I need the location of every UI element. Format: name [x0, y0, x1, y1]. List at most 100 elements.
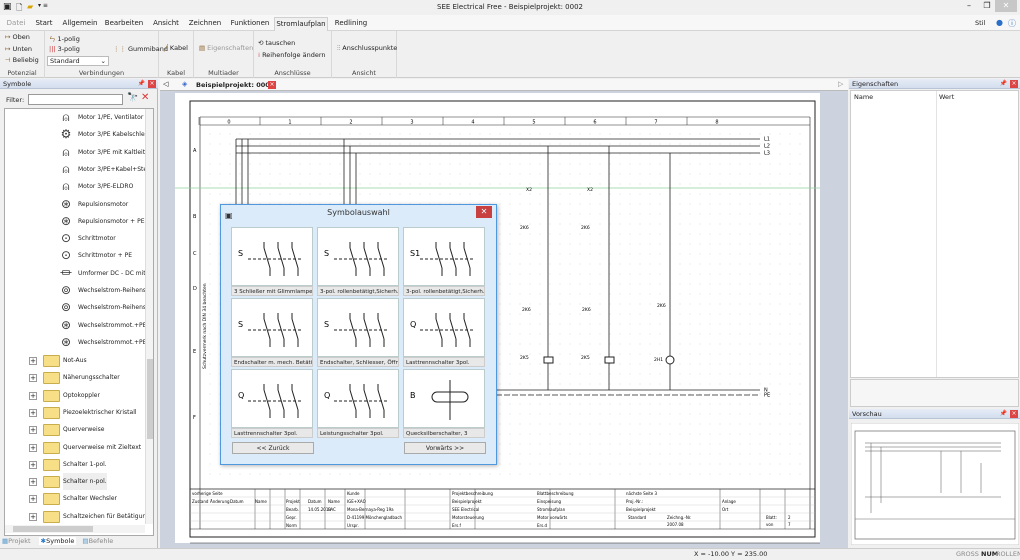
- grid-dot: [579, 183, 581, 185]
- symbol-item[interactable]: ⍝ Motor 3/PE+Kabel+Steck: [5, 161, 153, 178]
- symbol-tile[interactable]: S Endschalter m. mech. Betätig.: [231, 298, 313, 367]
- expand-icon[interactable]: +: [29, 512, 37, 521]
- tab-ansicht[interactable]: Ansicht: [148, 17, 184, 31]
- grid-dot: [309, 193, 311, 195]
- help-icon[interactable]: ●: [996, 18, 1003, 27]
- close-panel-button[interactable]: ×: [148, 80, 156, 88]
- symbol-item[interactable]: ⍝ Motor 3/PE-ELDRO: [5, 178, 145, 195]
- kabel-button[interactable]: ╱ Kabel: [164, 44, 188, 52]
- pin-icon[interactable]: 📌: [1000, 409, 1007, 419]
- symbol-tree[interactable]: ⍝ Motor 1/PE, Ventilator ⚙ Motor 3/PE Kabel…: [4, 108, 154, 536]
- symbol-item[interactable]: ⊛ Wechselstrommot.+PE_1: [5, 334, 153, 351]
- folder-item[interactable]: + Not-Aus: [5, 352, 145, 369]
- scroll-right-icon[interactable]: ▷: [838, 80, 843, 88]
- scroll-left-icon[interactable]: ◁: [163, 80, 168, 88]
- symbol-item[interactable]: ⊛ Repulsionsmotor + PE: [5, 213, 145, 230]
- symbol-item[interactable]: ⍝ Motor 1/PE, Ventilator: [5, 109, 145, 126]
- back-button[interactable]: << Zurück: [232, 442, 314, 454]
- folder-item[interactable]: + Schalter n-pol.: [5, 473, 145, 491]
- clear-filter-icon[interactable]: ✕: [141, 92, 149, 103]
- close-panel-button[interactable]: ×: [1010, 80, 1018, 88]
- symbol-tile[interactable]: S1 3-pol. rollenbetätigt,Sicherh.,: [403, 227, 485, 296]
- beliebig-button[interactable]: ⊣ Beliebig: [5, 56, 39, 64]
- symbol-tile[interactable]: Q Leistungsschalter 3pol.: [317, 369, 399, 438]
- tab-befehle[interactable]: ▤Befehle: [82, 537, 113, 545]
- folder-item[interactable]: + Schalter 1-pol.: [5, 456, 145, 473]
- info-icon[interactable]: ⓘ: [1008, 18, 1016, 29]
- eigenschaften-button[interactable]: ▤ Eigenschaften: [199, 44, 253, 52]
- expand-icon[interactable]: +: [29, 443, 37, 452]
- expand-icon[interactable]: +: [29, 374, 37, 383]
- document-tab[interactable]: Beispielprojekt: 0002: [196, 81, 274, 89]
- symbol-tile[interactable]: Q Lasttrennschalter 3pol.: [403, 298, 485, 367]
- anschlusspunkte-button[interactable]: ⫶⫶ Anschlusspunkte: [337, 44, 397, 53]
- pin-icon[interactable]: 📌: [138, 79, 145, 89]
- tab-funktionen[interactable]: Funktionen: [228, 17, 272, 31]
- expand-icon[interactable]: +: [29, 460, 37, 469]
- symbol-tile[interactable]: Q Lasttrennschalter 3pol.: [231, 369, 313, 438]
- rubberband-icon: ⋮⋮: [113, 45, 126, 53]
- folder-item[interactable]: + Näherungsschalter: [5, 369, 145, 386]
- close-panel-button[interactable]: ×: [1010, 410, 1018, 418]
- grid-dot: [519, 353, 521, 355]
- expand-icon[interactable]: +: [29, 478, 37, 487]
- grid-dot: [789, 253, 791, 255]
- forward-button[interactable]: Vorwärts >>: [404, 442, 486, 454]
- folder-item[interactable]: + Schaltzeichen für Betätigungen (: [5, 508, 153, 525]
- grid-dot: [569, 143, 571, 145]
- symbol-tile[interactable]: S Endschalter, Schliesser, Öffner: [317, 298, 399, 367]
- symbol-item[interactable]: ⊙ Schrittmotor + PE: [5, 247, 145, 264]
- expand-icon[interactable]: +: [29, 495, 37, 504]
- filter-input[interactable]: [28, 94, 123, 105]
- dialog-close-button[interactable]: ✕: [476, 206, 492, 218]
- symbol-tile[interactable]: B Quecksilberschalter, 3: [403, 369, 485, 438]
- symbol-item[interactable]: ⊛ Wechselstrommot.+PE: [5, 317, 146, 334]
- tab-zeichnen[interactable]: Zeichnen: [187, 17, 223, 31]
- tab-allgemein[interactable]: Allgemein: [60, 17, 100, 31]
- tab-bearbeiten[interactable]: Bearbeiten: [104, 17, 144, 31]
- expand-icon[interactable]: +: [29, 426, 37, 435]
- expand-icon[interactable]: +: [29, 391, 37, 400]
- 1-polig-button[interactable]: ㄣ 1-polig: [49, 33, 80, 43]
- symbol-item[interactable]: ⊛ Repulsionsmotor: [5, 196, 145, 213]
- folder-item[interactable]: + Piezoelektrischer Kristall: [5, 404, 145, 421]
- symbol-item[interactable]: ⊚ Wechselstrom-Reihenschl: [5, 282, 153, 299]
- symbol-item[interactable]: ⏛ Umformer DC - DC mit gen: [5, 265, 153, 282]
- tab-start[interactable]: Start: [32, 17, 56, 31]
- expand-icon[interactable]: +: [29, 408, 37, 417]
- close-button[interactable]: ✕: [995, 0, 1017, 12]
- tab-symbole[interactable]: ✱Symbole: [38, 537, 77, 545]
- folder-item[interactable]: + Optokoppler: [5, 387, 145, 404]
- reihenfolge-button[interactable]: ⁞ Reihenfolge ändern: [258, 51, 326, 59]
- grid-dot: [409, 153, 411, 155]
- close-document-button[interactable]: ×: [268, 81, 276, 89]
- style-dropdown[interactable]: Stil: [975, 19, 985, 27]
- folder-item[interactable]: + Schalter Wechsler: [5, 490, 145, 507]
- 3-polig-button[interactable]: ||| 3-polig: [49, 45, 80, 53]
- tab-datei[interactable]: Datei: [4, 17, 28, 31]
- pin-icon[interactable]: 📌: [1000, 79, 1007, 89]
- tree-horizontal-scrollbar[interactable]: [5, 525, 145, 533]
- connection-style-select[interactable]: Standard ⌄: [47, 56, 109, 66]
- search-binoculars-icon[interactable]: 🔭: [127, 93, 138, 103]
- symbol-item[interactable]: ⚙ Motor 3/PE Kabelschlepp: [5, 126, 153, 143]
- tab-stromlaufplan[interactable]: Stromlaufplan: [274, 17, 328, 31]
- oben-button[interactable]: ↦ Oben: [5, 33, 30, 41]
- symbol-tile[interactable]: S3 Schließer mit Glimmlampe: [231, 227, 313, 296]
- symbol-tile[interactable]: S 3-pol. rollenbetätigt,Sicherh.,: [317, 227, 399, 296]
- symbol-item[interactable]: ⍝ Motor 3/PE mit Kaltleiter: [5, 144, 151, 161]
- grid-dot: [759, 283, 761, 285]
- properties-grid[interactable]: Name Wert: [850, 90, 1019, 378]
- tab-projekt[interactable]: ▦Projekt: [2, 537, 31, 545]
- folder-item[interactable]: + Querverweise: [5, 421, 145, 438]
- ribbon-tabs: Datei Start Allgemein Bearbeiten Ansicht…: [0, 15, 1020, 31]
- symbol-item[interactable]: ⊙ Schrittmotor: [5, 230, 145, 247]
- tab-redlining[interactable]: Redlining: [331, 17, 371, 31]
- folder-item[interactable]: + Querverweise mit Zieltext: [5, 439, 145, 456]
- tree-vertical-scrollbar[interactable]: [145, 109, 153, 524]
- grid-dot: [719, 223, 721, 225]
- symbol-item[interactable]: ⊚ Wechselstrom-Reihenschl: [5, 299, 153, 316]
- unten-button[interactable]: ↦ Unten: [5, 45, 32, 53]
- tauschen-button[interactable]: ⟲ tauschen: [258, 39, 295, 47]
- expand-icon[interactable]: +: [29, 357, 37, 365]
